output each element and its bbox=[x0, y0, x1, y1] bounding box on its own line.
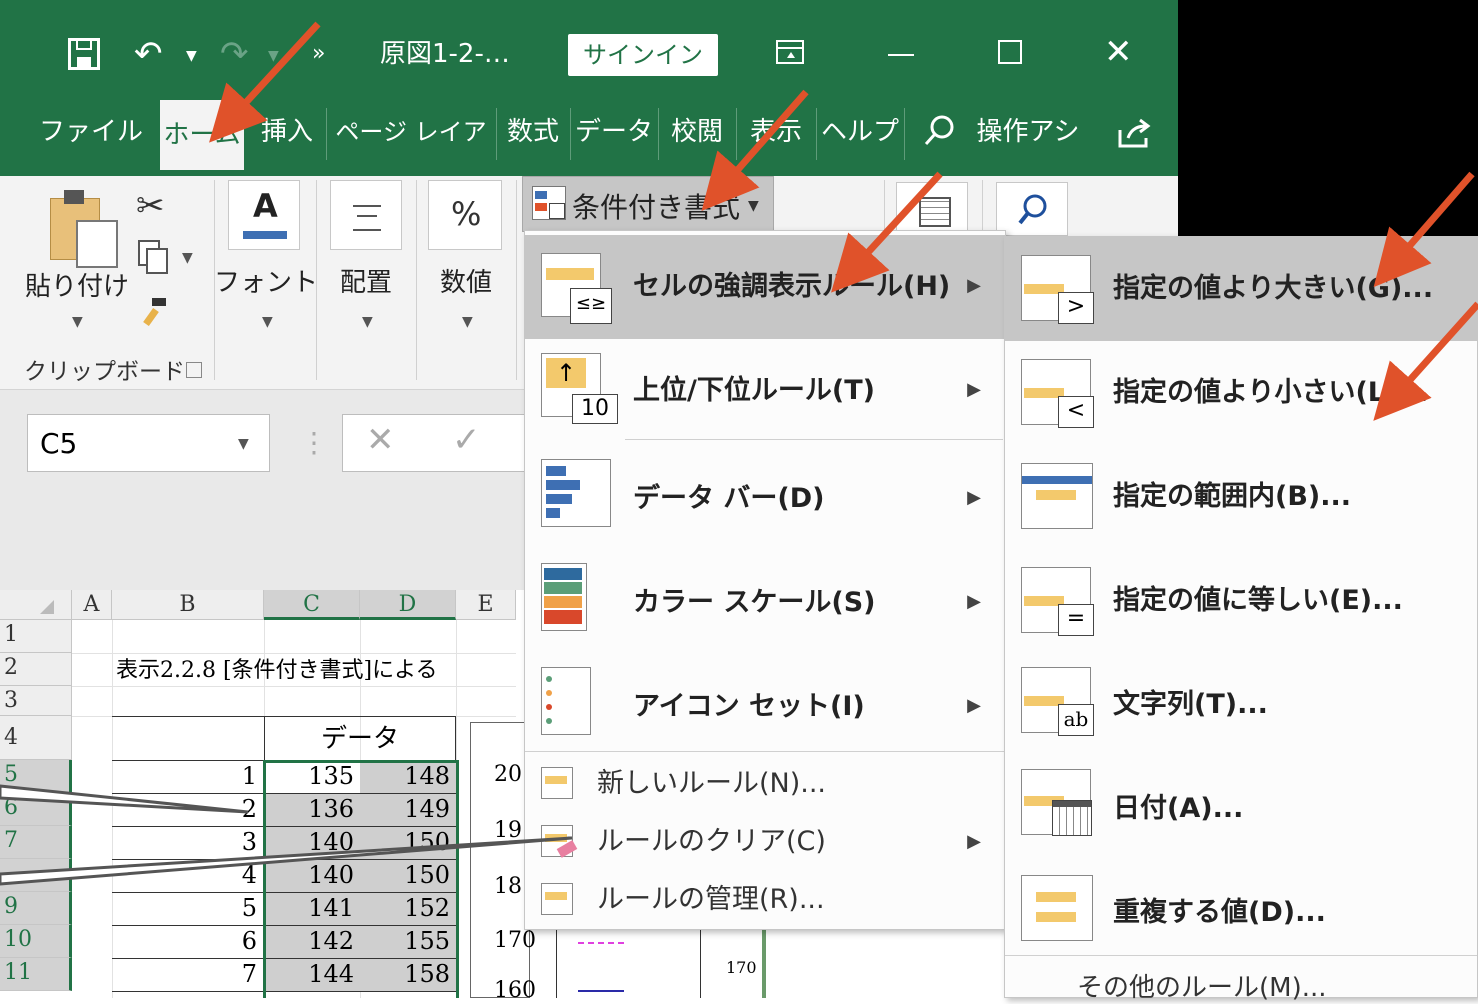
annotation-overlay bbox=[0, 21, 1478, 886]
annotation-arrow bbox=[209, 21, 1478, 421]
callout-line bbox=[0, 784, 573, 886]
